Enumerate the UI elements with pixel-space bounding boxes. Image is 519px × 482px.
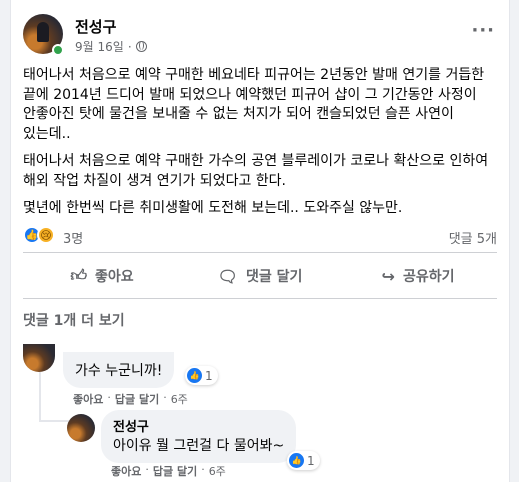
post-meta: 9월 16일 · xyxy=(75,38,147,55)
action-separator: · xyxy=(201,463,205,476)
meta-separator: · xyxy=(127,39,132,54)
reply-reply-link[interactable]: 답글 달기 xyxy=(153,463,197,479)
comment-reaction-count: 1 xyxy=(205,368,213,383)
post-author[interactable]: 전성구 xyxy=(75,16,116,37)
comment-text: 가수 누군니까! xyxy=(75,363,163,379)
action-separator: · xyxy=(163,391,167,404)
comment-avatar[interactable] xyxy=(23,344,55,372)
comment-bubble: 가수 누군니까! xyxy=(63,352,175,388)
thread-line xyxy=(39,372,41,422)
comment-reply-link[interactable]: 답글 달기 xyxy=(115,391,159,407)
reply-bubble: 전성구 아이유 뭘 그런걸 다 물어봐~ xyxy=(101,410,297,463)
action-separator: · xyxy=(145,463,149,476)
comment-label: 댓글 달기 xyxy=(245,269,303,285)
reply-author[interactable]: 전성구 xyxy=(113,416,284,435)
like-button[interactable]: 👍︎ 좋아요 xyxy=(23,256,181,296)
comment-reaction-badge[interactable]: 👍 1 xyxy=(185,366,218,385)
share-icon: ↪ xyxy=(381,266,395,286)
more-comments-link[interactable]: 댓글 1개 더 보기 xyxy=(23,310,125,330)
comment-icon: 🗨︎ xyxy=(217,266,238,286)
more-options-icon[interactable]: ··· xyxy=(471,20,495,41)
reply-avatar[interactable] xyxy=(67,414,95,442)
post-paragraph: 몇년에 한번씩 다른 취미생활에 도전해 보는데.. 도와주실 않누만. xyxy=(23,200,403,216)
post-card: 전성구 9월 16일 · ··· 태어나서 처음으로 예약 구매한 베요네타 피… xyxy=(10,0,510,482)
reaction-count[interactable]: 3명 xyxy=(63,228,83,247)
action-separator: · xyxy=(107,391,111,404)
reply-text: 아이유 뭘 그런걸 다 물어봐~ xyxy=(113,438,285,454)
comment-actions: 좋아요 · 답글 달기 · 6주 xyxy=(73,391,188,407)
post-paragraph: 태어나서 처음으로 예약 구매한 가수의 공연 블루레이가 코로나 확산으로 인… xyxy=(23,153,489,189)
online-status-icon xyxy=(52,44,64,56)
reply-like-link[interactable]: 좋아요 xyxy=(111,463,141,479)
thumbs-up-icon: 👍︎ xyxy=(70,266,88,285)
reply-time[interactable]: 6주 xyxy=(209,463,226,479)
like-reaction-icon: 👍 xyxy=(187,368,202,383)
reaction-icons[interactable]: 👍 😢 xyxy=(23,226,55,244)
post-body: 태어나서 처음으로 예약 구매한 베요네타 피규어는 2년동안 발매 연기를 거… xyxy=(23,66,499,227)
reply-reaction-badge[interactable]: 👍 1 xyxy=(287,451,320,470)
comment-button[interactable]: 🗨︎ 댓글 달기 xyxy=(181,256,339,296)
share-label: 공유하기 xyxy=(402,269,455,285)
comment-count[interactable]: 댓글 5개 xyxy=(449,228,497,247)
globe-icon xyxy=(135,41,147,52)
divider xyxy=(23,298,497,299)
sad-reaction-icon: 😢 xyxy=(37,226,55,244)
post-actions: 👍︎ 좋아요 🗨︎ 댓글 달기 ↪ 공유하기 xyxy=(23,256,497,296)
post-header: 전성구 9월 16일 · ··· xyxy=(23,14,497,58)
post-date[interactable]: 9월 16일 xyxy=(75,38,124,55)
comment-time[interactable]: 6주 xyxy=(171,391,188,407)
reply-actions: 좋아요 · 답글 달기 · 6주 xyxy=(111,463,226,479)
divider xyxy=(23,252,497,253)
like-reaction-icon: 👍 xyxy=(289,453,304,468)
thread-line xyxy=(39,420,69,422)
post-paragraph: 태어나서 처음으로 예약 구매한 베요네타 피규어는 2년동안 발매 연기를 거… xyxy=(23,67,485,142)
comment-like-link[interactable]: 좋아요 xyxy=(73,391,103,407)
share-button[interactable]: ↪ 공유하기 xyxy=(339,256,497,296)
reply-reaction-count: 1 xyxy=(307,453,315,468)
reactions-summary: 👍 😢 3명 댓글 5개 xyxy=(23,226,499,247)
like-label: 좋아요 xyxy=(95,269,134,285)
